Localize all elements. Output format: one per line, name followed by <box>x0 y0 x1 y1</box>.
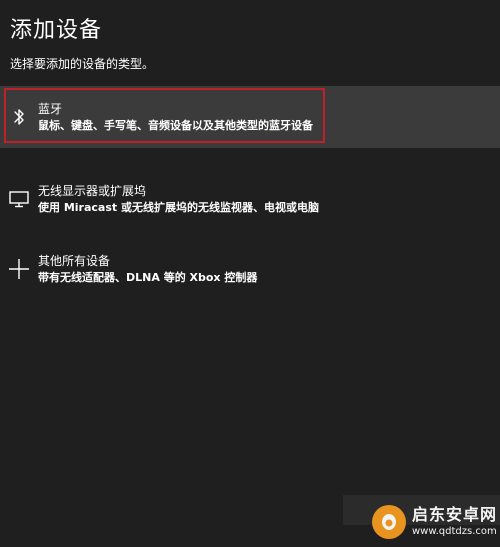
device-option-texts: 蓝牙 鼠标、键盘、手写笔、音频设备以及其他类型的蓝牙设备 <box>38 100 313 134</box>
device-option-name: 其他所有设备 <box>38 254 111 268</box>
add-device-dialog: 添加设备 选择要添加的设备的类型。 蓝牙 鼠标、键盘、手写笔、音频设备以及其他类… <box>0 0 500 547</box>
device-option-description: 带有无线适配器、DLNA 等的 Xbox 控制器 <box>38 271 258 284</box>
device-option-bluetooth[interactable]: 蓝牙 鼠标、键盘、手写笔、音频设备以及其他类型的蓝牙设备 <box>0 86 500 148</box>
dialog-title: 添加设备 <box>10 18 103 43</box>
watermark-logo-icon <box>372 505 406 539</box>
watermark-url: www.qdtdzs.com <box>412 526 497 537</box>
device-type-list: 蓝牙 鼠标、键盘、手写笔、音频设备以及其他类型的蓝牙设备 无线显示器或扩展坞 使… <box>0 86 500 300</box>
watermark-title: 启东安卓网 <box>412 505 498 524</box>
plus-icon <box>0 258 38 280</box>
watermark-texts: 启东安卓网 www.qdtdzs.com <box>412 507 497 537</box>
device-option-description: 使用 Miracast 或无线扩展坞的无线监视器、电视或电脑 <box>38 201 319 214</box>
device-option-name: 蓝牙 <box>38 102 63 116</box>
device-option-texts: 无线显示器或扩展坞 使用 Miracast 或无线扩展坞的无线监视器、电视或电脑 <box>38 182 319 216</box>
monitor-icon <box>0 190 38 208</box>
device-option-everything-else[interactable]: 其他所有设备 带有无线适配器、DLNA 等的 Xbox 控制器 <box>0 238 500 300</box>
device-option-name: 无线显示器或扩展坞 <box>38 184 147 198</box>
bluetooth-icon <box>0 107 38 127</box>
dialog-subtitle: 选择要添加的设备的类型。 <box>10 57 155 71</box>
device-option-wireless-display[interactable]: 无线显示器或扩展坞 使用 Miracast 或无线扩展坞的无线监视器、电视或电脑 <box>0 168 500 230</box>
device-option-description: 鼠标、键盘、手写笔、音频设备以及其他类型的蓝牙设备 <box>38 119 313 132</box>
device-option-texts: 其他所有设备 带有无线适配器、DLNA 等的 Xbox 控制器 <box>38 252 257 286</box>
site-watermark: 启东安卓网 www.qdtdzs.com <box>372 505 497 539</box>
